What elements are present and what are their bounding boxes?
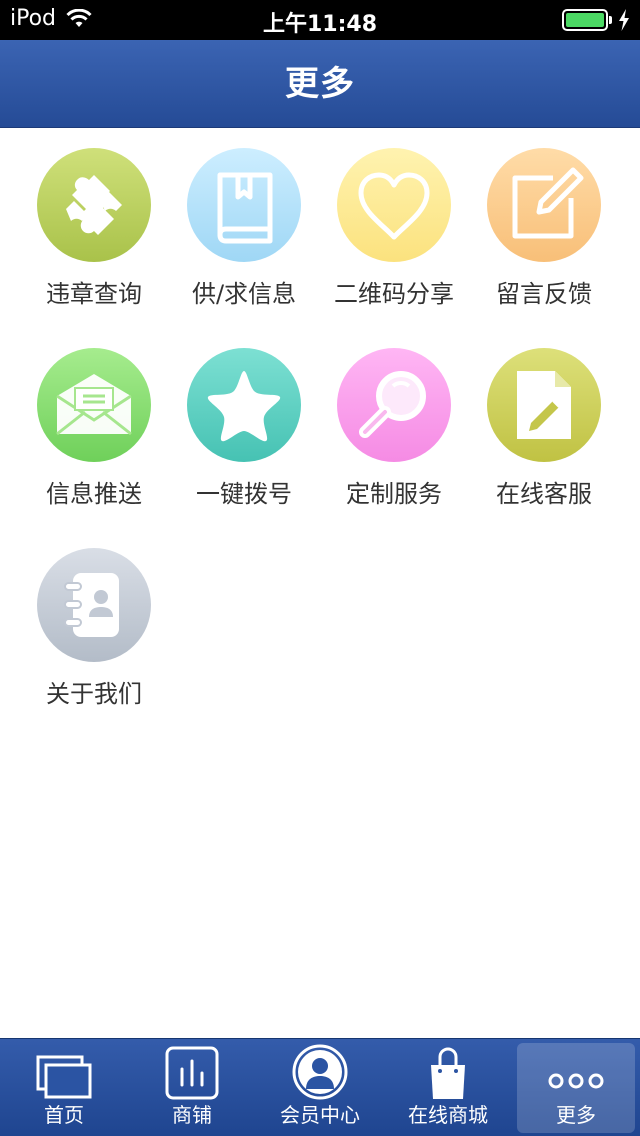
battery-tip [609,16,612,24]
tab-home[interactable]: 首页 [0,1039,128,1136]
about-us-icon-circle [37,548,151,662]
one-click-dial-icon-circle [187,348,301,462]
qr-share-icon-circle [337,148,451,262]
menu-item-online-service[interactable]: 在线客服 [464,328,624,518]
tab-online-mall[interactable]: 在线商城 [384,1039,512,1136]
contacts-icon [64,573,119,637]
tab-label: 首页 [44,1103,84,1127]
nav-bar: 更多 [0,40,640,128]
menu-item-label: 供/求信息 [191,280,297,308]
tab-label: 商铺 [172,1103,212,1127]
page-title: 更多 [285,64,355,104]
status-bar: iPod 上午11:48 [0,0,640,40]
home-windows-icon [36,1055,92,1099]
document-pencil-icon [517,371,571,439]
battery-icon [562,9,608,31]
tab-member-center[interactable]: 会员中心 [256,1039,384,1136]
charging-bolt-icon [619,9,629,31]
menu-item-custom-service[interactable]: 定制服务 [314,328,474,518]
heart-icon [358,172,430,240]
menu-item-label: 一键拨号 [196,480,292,508]
puzzle-icon [66,175,122,235]
envelope-icon [56,374,132,436]
feedback-icon-circle [487,148,601,262]
online-service-icon-circle [487,348,601,462]
menu-item-label: 在线客服 [496,480,592,508]
menu-item-qr-share[interactable]: 二维码分享 [314,128,474,318]
violation-query-icon-circle [37,148,151,262]
tab-label: 在线商城 [408,1103,488,1127]
book-icon [217,172,273,244]
tab-more[interactable]: 更多 [517,1043,635,1133]
menu-item-label: 留言反馈 [496,280,592,308]
tab-shop[interactable]: 商铺 [128,1039,256,1136]
menu-item-supply-demand[interactable]: 供/求信息 [164,128,324,318]
menu-item-label: 二维码分享 [334,280,454,308]
menu-item-push-notification[interactable]: 信息推送 [14,328,174,518]
menu-item-label: 关于我们 [46,680,142,708]
shop-chart-icon [165,1046,219,1100]
magnifier-icon [359,371,426,438]
menu-item-one-click-dial[interactable]: 一键拨号 [164,328,324,518]
supply-demand-icon-circle [187,148,301,262]
menu-item-label: 违章查询 [46,280,142,308]
status-right [562,9,630,31]
menu-item-label: 定制服务 [346,480,442,508]
edit-icon [512,167,584,239]
tab-label: 更多 [556,1103,596,1127]
menu-item-label: 信息推送 [46,480,142,508]
more-dots-icon [548,1073,604,1089]
menu-item-violation-query[interactable]: 违章查询 [14,128,174,318]
status-time: 上午11:48 [262,12,378,37]
push-notification-icon-circle [37,348,151,462]
tab-label: 会员中心 [280,1103,360,1127]
member-avatar-icon [292,1044,348,1100]
tab-bar: 首页 商铺 会员中心 在线商城 更多 [0,1038,640,1136]
menu-item-about-us[interactable]: 关于我们 [14,528,174,718]
custom-service-icon-circle [337,348,451,462]
star-icon [207,371,281,442]
menu-item-feedback[interactable]: 留言反馈 [464,128,624,318]
shopping-bag-icon [431,1047,465,1099]
